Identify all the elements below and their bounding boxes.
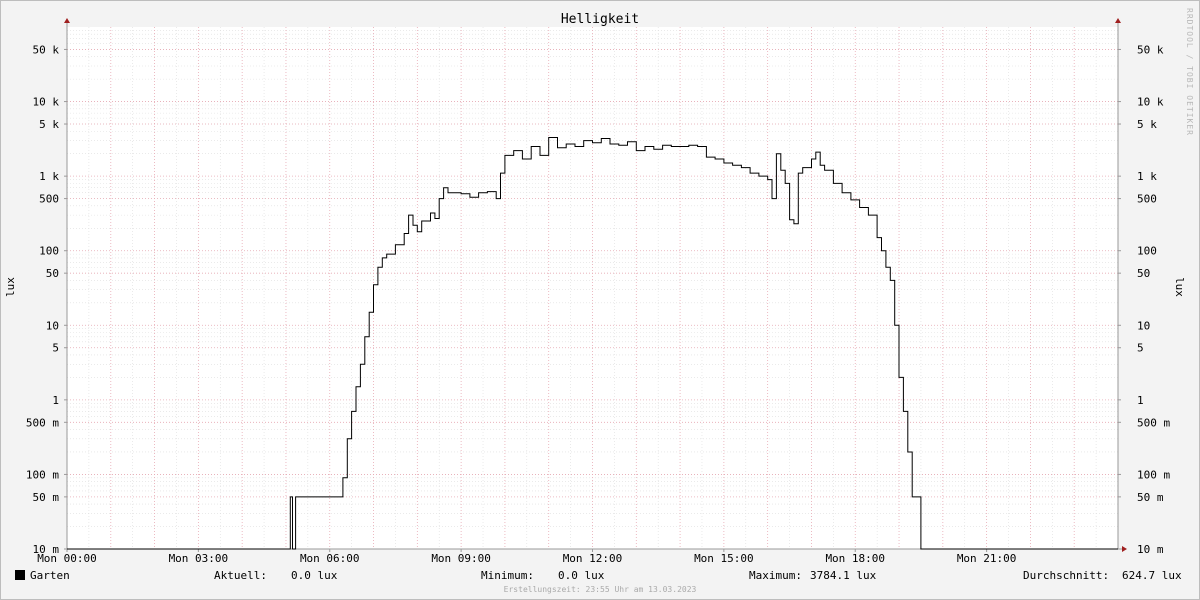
maximum-value: 3784.1 lux bbox=[810, 569, 877, 582]
legend-swatch-garten bbox=[15, 570, 25, 580]
y-tick-label-left: 100 m bbox=[26, 468, 59, 481]
y-tick-label-left: 1 bbox=[52, 394, 59, 407]
y-tick-label-right: 500 bbox=[1137, 193, 1157, 206]
y-tick-label-left: 500 bbox=[39, 193, 59, 206]
y-tick-label-right: 1 bbox=[1137, 394, 1144, 407]
x-tick-label: Mon 03:00 bbox=[169, 552, 229, 565]
y-tick-label-left: 1 k bbox=[39, 170, 59, 183]
x-axis: Mon 00:00 Mon 03:00 Mon 06:00 Mon 09:00 Mon … bbox=[37, 549, 1016, 565]
x-axis-arrow bbox=[1122, 546, 1127, 552]
chart-canvas: 50 k 10 k 5 k 1 k 500 100 50 10 5 1 500 m 100 m 50 m… bbox=[4, 8, 1194, 594]
x-tick-label: Mon 06:00 bbox=[300, 552, 360, 565]
y-tick-label-right: 100 bbox=[1137, 245, 1157, 258]
y-tick-label-right: 5 bbox=[1137, 342, 1144, 355]
y-tick-label-left: 100 bbox=[39, 245, 59, 258]
aktuell-label: Aktuell: bbox=[214, 569, 267, 582]
minimum-value: 0.0 lux bbox=[558, 569, 605, 582]
y-axis-arrow-right bbox=[1115, 18, 1121, 23]
creation-time-footer: Erstellungszeit: 23:55 Uhr am 13.03.2023 bbox=[504, 585, 697, 594]
x-tick-label: Mon 00:00 bbox=[37, 552, 97, 565]
y-tick-label-left: 50 k bbox=[33, 43, 60, 56]
x-tick-label: Mon 21:00 bbox=[957, 552, 1017, 565]
y-axis-label-right: lux bbox=[1173, 277, 1186, 297]
x-tick-label: Mon 09:00 bbox=[431, 552, 491, 565]
x-tick-label: Mon 12:00 bbox=[563, 552, 623, 565]
y-axis-left: 50 k 10 k 5 k 1 k 500 100 50 10 5 1 500 m 100 m 50 m… bbox=[26, 43, 67, 556]
chart-title: Helligkeit bbox=[561, 12, 639, 27]
y-tick-label-right: 50 bbox=[1137, 267, 1150, 280]
durchschnitt-value: 624.7 lux bbox=[1122, 569, 1182, 582]
y-tick-label-right: 500 m bbox=[1137, 416, 1170, 429]
y-tick-label-right: 1 k bbox=[1137, 170, 1157, 183]
durchschnitt-label: Durchschnitt: bbox=[1023, 569, 1109, 582]
y-tick-label-left: 50 m bbox=[33, 491, 60, 504]
y-axis-right: 50 k 10 k 5 k 1 k 500 100 50 10 5 1 500 m 100 m 50 m… bbox=[1118, 43, 1170, 556]
aktuell-value: 0.0 lux bbox=[291, 569, 338, 582]
y-tick-label-right: 100 m bbox=[1137, 468, 1170, 481]
y-tick-label-left: 10 bbox=[46, 319, 59, 332]
y-tick-label-left: 10 k bbox=[33, 96, 60, 109]
y-tick-label-right: 5 k bbox=[1137, 118, 1157, 131]
x-tick-label: Mon 15:00 bbox=[694, 552, 754, 565]
legend-series-name: Garten bbox=[30, 569, 70, 582]
maximum-label: Maximum: bbox=[749, 569, 802, 582]
rrdtool-credit: RRDTOOL / TOBI OETIKER bbox=[1185, 8, 1194, 136]
y-axis-label-left: lux bbox=[4, 277, 17, 297]
y-tick-label-right: 10 m bbox=[1137, 543, 1164, 556]
y-tick-label-left: 5 bbox=[52, 342, 59, 355]
y-tick-label-right: 50 m bbox=[1137, 491, 1164, 504]
y-tick-label-left: 500 m bbox=[26, 416, 59, 429]
y-axis-arrow-left bbox=[64, 18, 70, 23]
y-tick-label-right: 50 k bbox=[1137, 43, 1164, 56]
x-tick-label: Mon 18:00 bbox=[825, 552, 885, 565]
y-tick-label-left: 50 bbox=[46, 267, 59, 280]
y-tick-label-right: 10 k bbox=[1137, 96, 1164, 109]
y-tick-label-right: 10 bbox=[1137, 319, 1150, 332]
minimum-label: Minimum: bbox=[481, 569, 534, 582]
y-tick-label-left: 5 k bbox=[39, 118, 59, 131]
